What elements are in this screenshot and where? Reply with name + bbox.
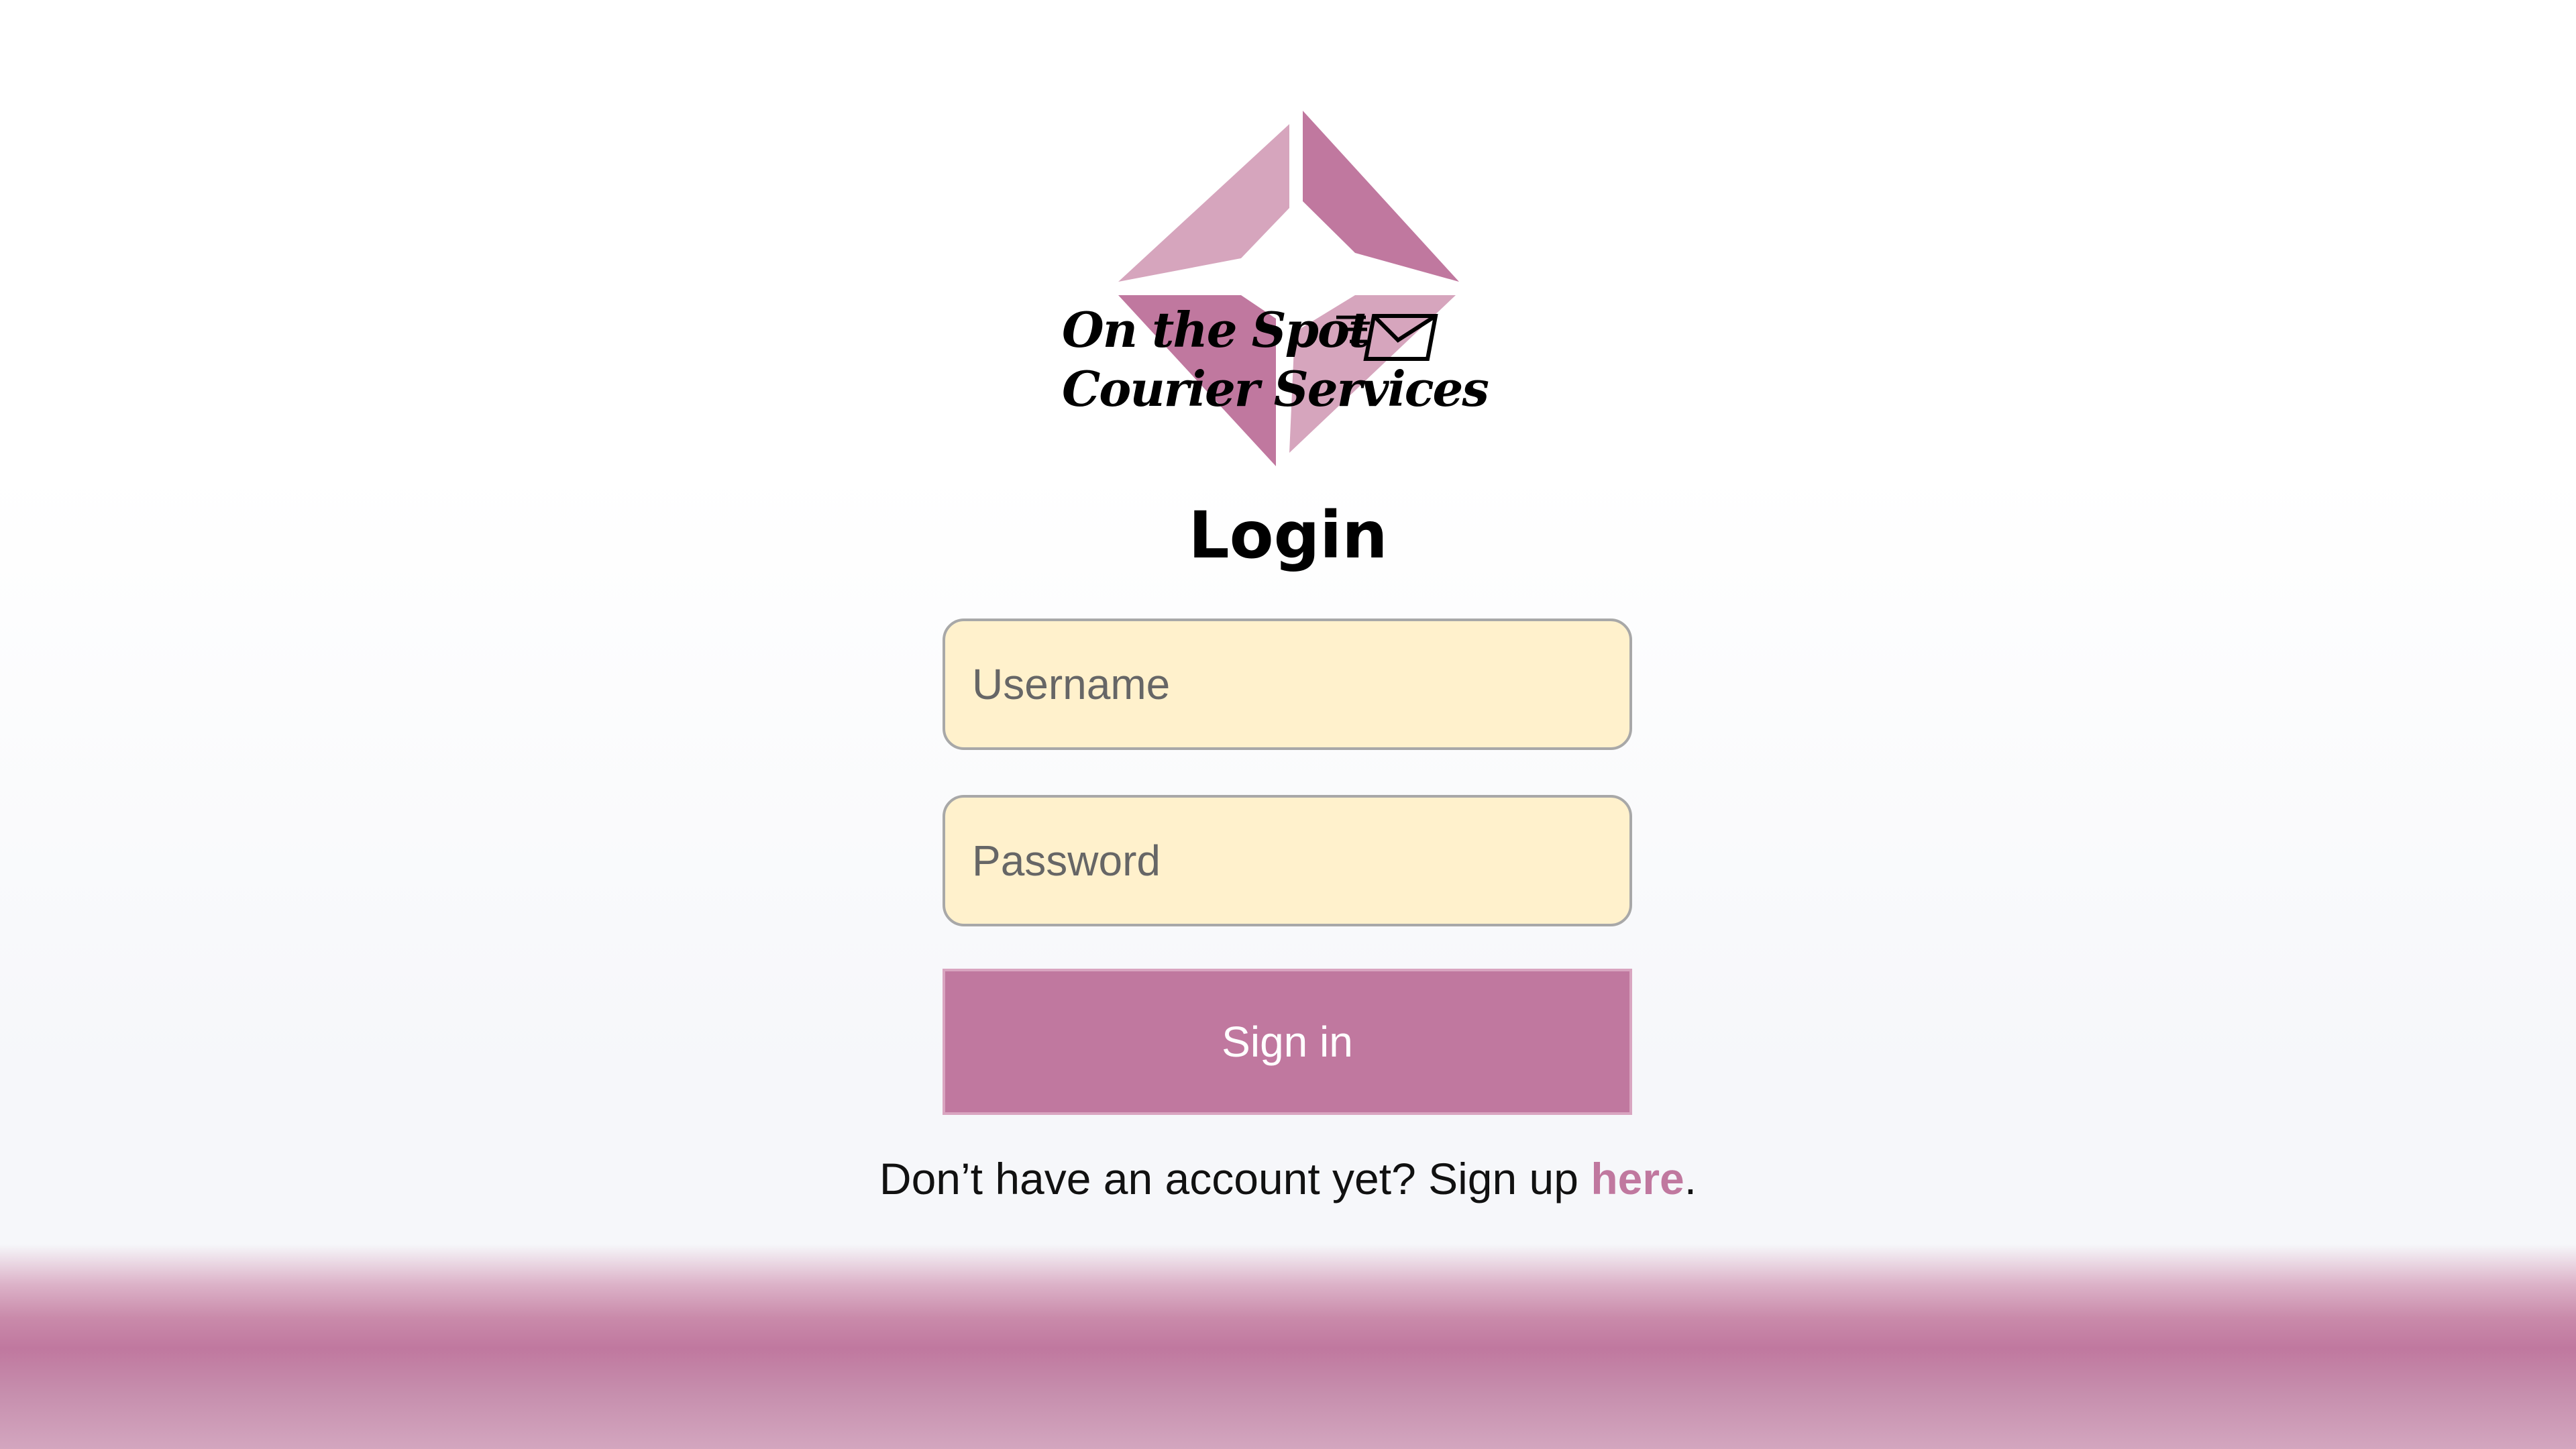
sign-in-button[interactable]: Sign in	[943, 969, 1632, 1115]
password-input[interactable]	[943, 795, 1632, 926]
signup-link[interactable]: here	[1591, 1154, 1684, 1203]
signup-prompt-suffix: .	[1684, 1154, 1697, 1203]
signup-prompt: Don’t have an account yet? Sign up here.	[0, 1148, 2576, 1209]
diamond-logo-icon	[1053, 104, 1469, 480]
brand-name-line2: Courier Services	[1062, 360, 1489, 417]
page-title: Login	[1188, 498, 1388, 573]
signup-prompt-text: Don’t have an account yet? Sign up	[879, 1154, 1591, 1203]
username-input[interactable]	[943, 619, 1632, 750]
footer-band	[0, 1244, 2576, 1449]
envelope-icon	[1334, 311, 1441, 364]
